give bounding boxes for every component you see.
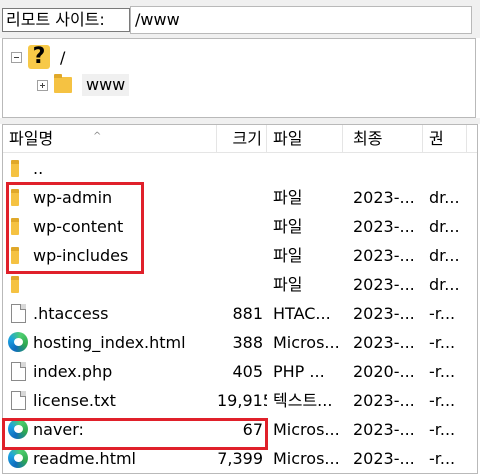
file-permissions: -r...	[429, 304, 456, 323]
column-filename-label: 파일명	[9, 129, 54, 148]
file-name: index.php	[33, 362, 113, 381]
file-type: HTAC...	[273, 304, 331, 323]
file-row[interactable]: index.php 405 PHP ... 2020-... -r...	[3, 357, 477, 386]
file-type: 파일	[273, 275, 303, 294]
file-modified: 2023-...	[353, 188, 415, 207]
file-list-header: 파일명 ^ 크기 파일 최종 권	[3, 125, 477, 153]
file-type: 텍스트...	[273, 391, 333, 410]
file-name: license.txt	[33, 391, 116, 410]
file-row[interactable]: 파일 2023-... dr...	[3, 270, 477, 299]
file-type: 파일	[273, 246, 303, 265]
remote-path-input[interactable]: /www	[130, 6, 472, 34]
file-modified: 2023-...	[353, 449, 415, 468]
file-type: Micros...	[273, 333, 340, 352]
expand-icon[interactable]	[37, 79, 48, 91]
column-header-filename[interactable]: 파일명 ^	[3, 125, 217, 153]
remote-file-list: 파일명 ^ 크기 파일 최종 권 .. wp-admin 파일 2023-...…	[2, 124, 478, 474]
file-modified: 2023-...	[353, 333, 415, 352]
file-name: naver:	[33, 420, 84, 439]
file-type: 파일	[273, 217, 303, 236]
file-row[interactable]: .htaccess 881 HTAC... 2023-... -r...	[3, 299, 477, 328]
question-folder-icon: ?	[28, 45, 50, 69]
file-permissions: -r...	[429, 391, 456, 410]
file-type: Micros...	[273, 420, 340, 439]
file-size: 19,915	[217, 391, 267, 410]
file-modified: 2023-...	[353, 420, 415, 439]
file-permissions: -r...	[429, 362, 456, 381]
remote-site-bar: 리모트 사이트: /www	[0, 0, 480, 38]
file-name: readme.html	[33, 449, 136, 468]
folder-icon	[54, 74, 72, 93]
file-name	[3, 270, 217, 299]
file-name: wp-content	[33, 217, 124, 236]
file-size: 388	[232, 333, 263, 352]
tree-www-label: www	[82, 74, 130, 96]
remote-directory-tree: ? / www	[2, 38, 476, 118]
tree-item-www[interactable]: www	[37, 73, 130, 97]
file-size: 405	[232, 362, 263, 381]
column-header-size[interactable]: 크기	[217, 125, 267, 153]
file-permissions: dr...	[429, 217, 460, 236]
file-name: hosting_index.html	[33, 333, 186, 352]
file-type: 파일	[273, 188, 303, 207]
file-name: ..	[33, 159, 44, 178]
file-modified: 2023-...	[353, 304, 415, 323]
file-size: 7,399	[217, 449, 263, 468]
file-row[interactable]: wp-admin 파일 2023-... dr...	[3, 183, 477, 212]
file-row-parent[interactable]: ..	[3, 154, 477, 183]
file-size: 881	[232, 304, 263, 323]
file-permissions: -r...	[429, 449, 456, 468]
file-modified: 2020-...	[353, 362, 415, 381]
file-row[interactable]: wp-includes 파일 2023-... dr...	[3, 241, 477, 270]
file-name: .htaccess	[33, 304, 109, 323]
sort-ascending-icon: ^	[93, 131, 102, 142]
file-modified: 2023-...	[353, 217, 415, 236]
file-permissions: -r...	[429, 420, 456, 439]
file-row[interactable]: readme.html 7,399 Micros... 2023-... -r.…	[3, 444, 477, 473]
file-type: PHP ...	[273, 362, 325, 381]
file-row[interactable]: naver: 67 Micros... 2023-... -r...	[3, 415, 477, 444]
tree-root-label: /	[60, 47, 66, 67]
collapse-icon[interactable]	[11, 51, 22, 63]
file-name: wp-includes	[33, 246, 129, 265]
column-header-permissions[interactable]: 권	[423, 125, 467, 153]
file-permissions: dr...	[429, 246, 460, 265]
file-permissions: -r...	[429, 333, 456, 352]
file-row[interactable]: hosting_index.html 388 Micros... 2023-..…	[3, 328, 477, 357]
file-name: wp-admin	[33, 188, 113, 207]
file-row[interactable]: wp-content 파일 2023-... dr...	[3, 212, 477, 241]
file-type: Micros...	[273, 449, 340, 468]
remote-site-label: 리모트 사이트:	[2, 8, 130, 32]
file-size: 67	[242, 420, 263, 439]
file-modified: 2023-...	[353, 246, 415, 265]
file-row[interactable]: license.txt 19,915 텍스트... 2023-... -r...	[3, 386, 477, 415]
column-header-modified[interactable]: 최종	[343, 125, 423, 153]
file-permissions: dr...	[429, 188, 460, 207]
tree-item-root[interactable]: ? /	[11, 45, 65, 69]
column-header-type[interactable]: 파일	[267, 125, 343, 153]
file-modified: 2023-...	[353, 275, 415, 294]
file-permissions: dr...	[429, 275, 460, 294]
file-modified: 2023-...	[353, 391, 415, 410]
